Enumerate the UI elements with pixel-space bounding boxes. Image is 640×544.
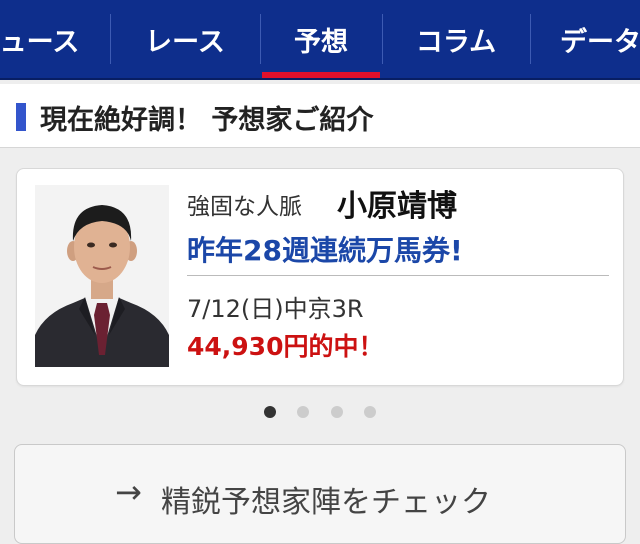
tab-columns[interactable]: コラム — [382, 0, 530, 78]
tab-predictions-label: 予想 — [294, 26, 348, 58]
tab-data-label: データ — [560, 26, 640, 58]
top-nav: ニュース レース 予想 コラム データ — [0, 0, 640, 80]
tab-predictions[interactable]: 予想 — [260, 0, 382, 78]
section-title: 現在絶好調！ 予想家ご紹介 — [40, 105, 374, 136]
carousel-dot[interactable] — [297, 406, 310, 418]
carousel-dot[interactable] — [330, 406, 343, 418]
section-accent-bar — [16, 103, 26, 131]
check-predictors-button[interactable]: → 精鋭予想家陣をチェック — [14, 444, 626, 544]
tab-news[interactable]: ニュース — [0, 0, 110, 78]
arrow-right-icon: → — [115, 473, 142, 511]
payout-hit: 44,930円的中！ — [187, 332, 384, 361]
tab-news-label: ニュース — [0, 26, 80, 58]
predictor-catchphrase: 強固な人脈 — [187, 194, 302, 220]
predictor-name: 小原靖博 — [337, 189, 457, 224]
active-tab-indicator — [262, 72, 380, 78]
section-header: 現在絶好調！ 予想家ご紹介 — [0, 84, 640, 148]
carousel-dot-active[interactable] — [264, 406, 276, 418]
carousel-dot[interactable] — [363, 406, 376, 418]
predictor-portrait-image — [35, 185, 169, 367]
tab-columns-label: コラム — [415, 26, 497, 58]
race-info: 7/12(日)中京3R — [187, 295, 364, 323]
carousel-indicator — [264, 406, 376, 420]
predictor-card[interactable]: 強固な人脈 小原靖博 昨年28週連続万馬券! 7/12(日)中京3R 44,93… — [16, 168, 624, 386]
tab-races-label: レース — [145, 26, 225, 58]
predictor-headline: 昨年28週連続万馬券! — [187, 234, 463, 267]
tab-data[interactable]: データ — [530, 0, 640, 78]
card-divider — [187, 275, 609, 276]
predictor-photo — [35, 185, 169, 367]
check-predictors-label: 精鋭予想家陣をチェック — [161, 485, 491, 520]
tab-races[interactable]: レース — [110, 0, 260, 78]
